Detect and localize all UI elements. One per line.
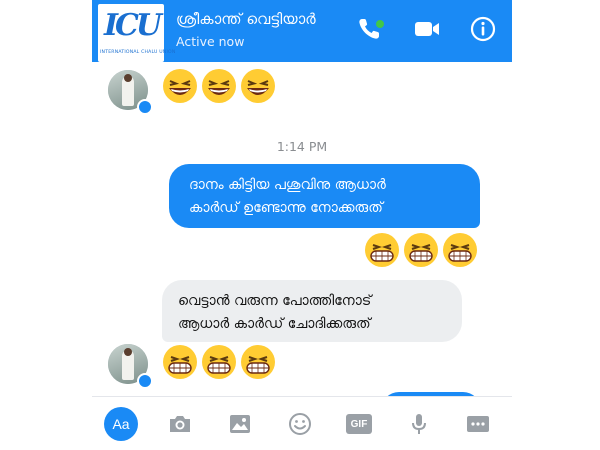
gif-label: GIF	[346, 414, 372, 434]
contact-status: Active now	[176, 34, 245, 49]
outgoing-message-bubble[interactable]: ദാനം കിട്ടിയ പശുവിനു ആധാർ കാർഡ് ഉണ്ടോന്ന…	[169, 164, 480, 228]
contact-name[interactable]: ശ്രീകാന്ത് വെട്ടിയാർ	[176, 10, 316, 28]
message-line: ആധാർ കാർഡ് ചോദിക്കരുത്	[178, 316, 371, 332]
grinning-squint-emoji-icon	[241, 69, 275, 103]
messenger-badge-icon	[137, 373, 153, 389]
messenger-badge-icon	[137, 99, 153, 115]
emoji-icon[interactable]	[283, 407, 317, 441]
grimacing-grin-emoji-icon	[163, 345, 197, 379]
grimacing-grin-emoji-icon	[443, 233, 477, 267]
gif-button[interactable]: GIF	[342, 407, 376, 441]
grinning-squint-emoji-icon	[163, 69, 197, 103]
composer-toolbar: Aa GIF	[92, 396, 512, 450]
online-indicator	[375, 19, 385, 29]
message-thread[interactable]: 1:14 PM ദാനം കിട്ടിയ പശുവിനു ആധാർ കാർഡ് …	[92, 62, 512, 412]
logo-caption: INTERNATIONAL CHALU UNION	[100, 50, 176, 55]
contact-profile-logo[interactable]: ICU INTERNATIONAL CHALU UNION	[98, 4, 176, 62]
message-timestamp: 1:14 PM	[276, 139, 328, 154]
camera-icon[interactable]	[163, 407, 197, 441]
conversation-header: ICU INTERNATIONAL CHALU UNION ശ്രീകാന്ത്…	[92, 0, 512, 62]
grimacing-grin-emoji-icon	[241, 345, 275, 379]
grimacing-grin-emoji-icon	[365, 233, 399, 267]
text-format-button[interactable]: Aa	[104, 407, 138, 441]
info-icon[interactable]	[468, 14, 498, 44]
message-line: വെട്ടാൻ വരുന്ന പോത്തിനോട്	[178, 293, 372, 309]
logo-lettering: ICU	[104, 8, 162, 43]
message-line: ദാനം കിട്ടിയ പശുവിനു ആധാർ	[189, 177, 386, 193]
incoming-message-bubble[interactable]: വെട്ടാൻ വരുന്ന പോത്തിനോട് ആധാർ കാർഡ് ചോദ…	[162, 280, 462, 342]
photo-icon[interactable]	[223, 407, 257, 441]
emoji-message[interactable]	[162, 344, 276, 380]
emoji-message[interactable]	[162, 68, 276, 104]
emoji-message[interactable]	[364, 232, 478, 268]
video-camera-icon[interactable]	[412, 14, 442, 44]
grimacing-grin-emoji-icon	[202, 345, 236, 379]
microphone-icon[interactable]	[402, 407, 436, 441]
grinning-squint-emoji-icon	[202, 69, 236, 103]
message-line: കാർഡ് ഉണ്ടോന്നു നോക്കരുത്	[189, 200, 383, 216]
grimacing-grin-emoji-icon	[404, 233, 438, 267]
messenger-screen: ICU INTERNATIONAL CHALU UNION ശ്രീകാന്ത്…	[92, 0, 512, 450]
more-icon[interactable]	[461, 407, 495, 441]
